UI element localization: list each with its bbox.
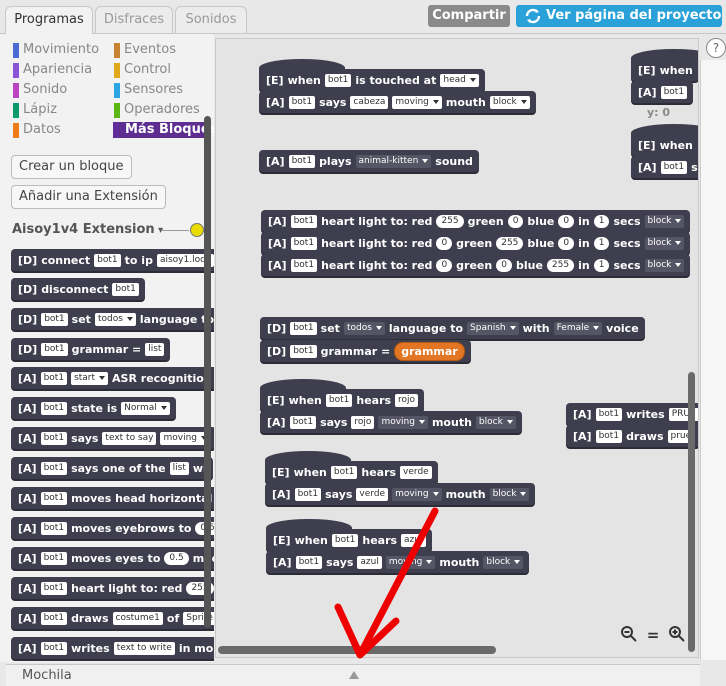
help-button[interactable]: ? xyxy=(706,38,726,58)
heart-light-blue-block[interactable]: [A] bot1 heart light to: red 0 green 0 blue 255… xyxy=(261,254,691,276)
palette-block-heart-light[interactable]: [A] bot1 heart light to: red 255 xyxy=(11,577,214,599)
grammar-variable-reporter[interactable]: grammar xyxy=(394,341,465,361)
partial-action-block-2[interactable]: [A]bot1sa xyxy=(631,156,698,178)
scripts-area[interactable]: [E] when bot1 is touched at head [A] bot1 says… xyxy=(215,38,699,658)
palette-block-set-language[interactable]: [D] bot1 set todos language to xyxy=(11,308,214,330)
heart-light-red-block[interactable]: [A] bot1 heart light to: red 255 green 0 blue 0… xyxy=(261,210,691,232)
category-eventos[interactable]: Eventos xyxy=(113,42,176,58)
blocks-palette: Movimiento Apariencia Sonido Lápiz Datos… xyxy=(0,34,214,662)
expand-arrow-icon[interactable] xyxy=(349,671,359,679)
when-hears-rojo-hat-block[interactable]: [E] when bot1 hears rojo xyxy=(260,379,425,411)
category-operadores[interactable]: Operadores xyxy=(113,102,200,118)
zoom-out-icon xyxy=(621,626,637,642)
draws-block[interactable]: [A] bot1 draws prue xyxy=(566,425,698,447)
see-project-page-label: Ver página del proyecto xyxy=(546,8,722,23)
category-sonido[interactable]: Sonido xyxy=(12,82,67,98)
add-extension-button[interactable]: Añadir una Extensión xyxy=(11,185,166,209)
zoom-out-button[interactable] xyxy=(619,625,639,645)
category-lapiz[interactable]: Lápiz xyxy=(12,102,57,118)
partial-hat-block-2[interactable]: [E] when xyxy=(631,124,698,156)
scripts-horizontal-scrollbar[interactable] xyxy=(218,646,496,654)
palette-block-connect[interactable]: [D] connect bot1 to ip aisoy1.loca xyxy=(11,249,214,271)
category-control[interactable]: Control xyxy=(113,62,171,78)
category-movimiento[interactable]: Movimiento xyxy=(12,42,99,58)
zoom-in-button[interactable] xyxy=(667,625,687,645)
palette-block-grammar[interactable]: [D] bot1 grammar = list xyxy=(11,338,171,360)
category-mas-bloques[interactable]: Más Bloques xyxy=(113,122,214,138)
extension-status-indicator xyxy=(190,223,204,237)
says-rojo-block[interactable]: [A] bot1 says rojo moving mouth block xyxy=(260,411,522,433)
y-coordinate-readout: y: 0 xyxy=(647,106,671,119)
when-touched-hat-block[interactable]: [E] when bot1 is touched at head xyxy=(259,59,485,91)
palette-block-asr-recognition[interactable]: [A] bot1 start ASR recognition xyxy=(11,367,214,389)
palette-block-moves-eyes[interactable]: [A]bot1moves eyes to0.5med xyxy=(11,547,214,569)
says-verde-block[interactable]: [A] bot1 says verde moving mouth block xyxy=(265,483,536,505)
tab-disfraces[interactable]: Disfraces xyxy=(95,6,173,33)
scripts-vertical-scrollbar[interactable] xyxy=(688,372,695,652)
zoom-in-icon xyxy=(669,626,685,642)
partial-action-block-1[interactable]: [A] bot1 xyxy=(631,81,694,103)
tab-programas[interactable]: Programas xyxy=(5,6,93,34)
writes-block[interactable]: [A] bot1 writes PRUE xyxy=(566,403,698,425)
says-cabeza-block[interactable]: [A] bot1 says cabeza moving mouth block xyxy=(259,91,536,113)
set-language-block[interactable]: [D] bot1 set todos language to Spanish with Fem… xyxy=(260,317,645,339)
palette-block-writes[interactable]: [A] bot1 writes text to write in mo xyxy=(11,637,214,659)
palette-block-says[interactable]: [A] bot1 says text to say moving xyxy=(11,427,214,449)
see-project-page-button[interactable]: Ver página del proyecto xyxy=(516,5,722,27)
backpack-label: Mochila xyxy=(22,668,72,683)
category-datos[interactable]: Datos xyxy=(12,122,61,138)
share-button[interactable]: Compartir xyxy=(428,5,510,27)
palette-block-disconnect[interactable]: [D] disconnect bot1 xyxy=(11,278,145,300)
palette-block-moves-eyebrows[interactable]: [A]bot1moves eyebrows to0.5 xyxy=(11,517,214,539)
palette-block-draws[interactable]: [A]bot1drawscostume1ofSprite1 xyxy=(11,607,214,629)
palette-scrollbar[interactable] xyxy=(204,116,211,628)
palette-block-state-is[interactable]: [A] bot1 state is Normal xyxy=(11,397,176,419)
when-hears-azul-hat-block[interactable]: [E] when bot1 hears azul xyxy=(266,519,432,551)
extension-title[interactable]: Aisoy1v4 Extension ▾ xyxy=(12,222,163,237)
refresh-icon xyxy=(525,8,541,24)
heart-light-green-block[interactable]: [A] bot1 heart light to: red 0 green 255 blue 0… xyxy=(261,232,691,254)
backpack-bar[interactable]: Mochila xyxy=(6,664,700,686)
zoom-reset-button[interactable]: = xyxy=(643,625,663,645)
tab-sonidos[interactable]: Sonidos xyxy=(175,6,247,33)
when-hears-verde-hat-block[interactable]: [E] when bot1 hears verde xyxy=(265,451,438,483)
category-apariencia[interactable]: Apariencia xyxy=(12,62,92,78)
palette-block-says-one-of[interactable]: [A] bot1 says one of the list wi xyxy=(11,457,213,479)
set-grammar-block[interactable]: [D] bot1 grammar = grammar xyxy=(260,340,471,362)
extension-divider xyxy=(161,230,189,231)
palette-block-moves-head[interactable]: [A]bot1moves head horizontalto xyxy=(11,487,214,509)
scratch-editor: Programas Disfraces Sonidos Compartir Ve… xyxy=(0,0,726,686)
stage-panel-edge xyxy=(700,60,726,660)
partial-hat-block-1[interactable]: [E] when xyxy=(631,49,698,81)
says-azul-block[interactable]: [A] bot1 says azul moving mouth block xyxy=(266,551,530,573)
category-sensores[interactable]: Sensores xyxy=(113,82,183,98)
zoom-controls: = xyxy=(619,625,689,645)
plays-sound-block[interactable]: [A] bot1 plays animal-kitten sound xyxy=(259,150,479,172)
make-block-button[interactable]: Crear un bloque xyxy=(11,155,132,179)
